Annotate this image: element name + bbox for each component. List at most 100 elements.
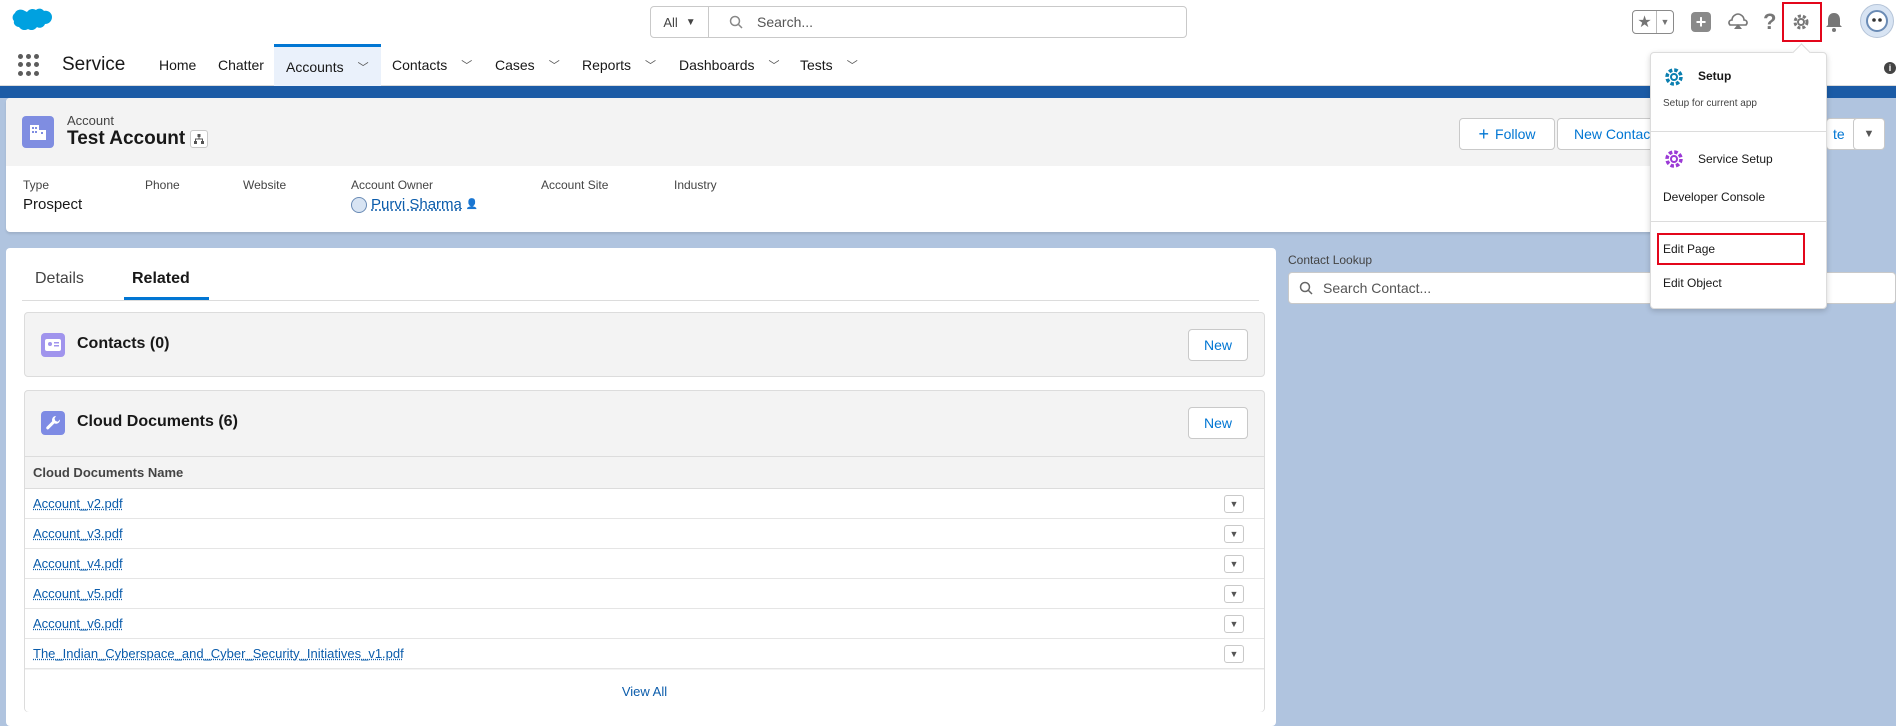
lookup-placeholder: Search Contact... xyxy=(1323,280,1432,296)
nav-label: Accounts xyxy=(286,58,344,75)
astro-avatar-icon xyxy=(1866,10,1888,32)
related-list-contacts: Contacts (0) New xyxy=(24,312,1265,377)
contact-lookup-label: Contact Lookup xyxy=(1288,253,1373,267)
service-setup-gear-icon xyxy=(1665,150,1683,168)
setup-gear-icon xyxy=(1665,68,1683,86)
change-owner-icon[interactable]: 👤 xyxy=(466,199,478,210)
setup-menu: Setup Setup for current app Service Setu… xyxy=(1650,52,1827,309)
search-input[interactable]: Search... xyxy=(709,7,1186,37)
search-icon xyxy=(1299,281,1313,295)
document-link[interactable]: The_Indian_Cyberspace_and_Cyber_Security… xyxy=(33,646,404,661)
nav-item-reports[interactable]: Reports ﹀ xyxy=(582,44,656,86)
chevron-down-icon[interactable]: ﹀ xyxy=(769,57,780,73)
nav-label: Reports xyxy=(582,57,632,73)
menu-divider xyxy=(1651,131,1826,132)
field-website: Website xyxy=(243,178,286,192)
nav-item-cases[interactable]: Cases ﹀ xyxy=(495,44,560,86)
action-partial-label: te xyxy=(1833,126,1845,142)
related-list-title[interactable]: Contacts (0) xyxy=(77,335,169,353)
more-actions-button[interactable]: ▼ xyxy=(1853,118,1885,150)
owner-value: Purvi Sharma 👤 xyxy=(351,196,478,213)
caret-down-icon: ▼ xyxy=(1863,128,1875,140)
nav-item-dashboards[interactable]: Dashboards ﹀ xyxy=(679,44,780,86)
column-header[interactable]: Cloud Documents Name xyxy=(25,456,1264,489)
nav-item-contacts[interactable]: Contacts ﹀ xyxy=(392,44,472,86)
salesforce-logo[interactable] xyxy=(10,8,52,38)
table-row: Account_v3.pdf ▼ xyxy=(25,519,1264,549)
view-all-link[interactable]: View All xyxy=(25,670,1264,712)
tab-related[interactable]: Related xyxy=(132,270,190,288)
table-row: Account_v6.pdf ▼ xyxy=(25,609,1264,639)
row-actions-dropdown[interactable]: ▼ xyxy=(1224,495,1244,513)
star-icon: ★ xyxy=(1633,11,1657,33)
menu-item-service-setup[interactable]: Service Setup xyxy=(1698,152,1773,166)
user-avatar[interactable] xyxy=(1860,4,1894,38)
document-link[interactable]: Account_v3.pdf xyxy=(33,526,123,541)
menu-divider xyxy=(1651,221,1826,222)
notifications-bell-icon[interactable] xyxy=(1825,12,1843,32)
chevron-down-icon[interactable]: ﹀ xyxy=(358,59,369,75)
global-search[interactable]: All ▼ Search... xyxy=(650,6,1187,38)
new-contact-related-button[interactable]: New xyxy=(1188,329,1248,361)
document-link[interactable]: Account_v5.pdf xyxy=(33,586,123,601)
nav-item-accounts[interactable]: Accounts ﹀ xyxy=(274,44,381,86)
new-label: New xyxy=(1203,415,1232,431)
field-label: Phone xyxy=(145,178,180,192)
chevron-down-icon[interactable]: ﹀ xyxy=(645,57,656,73)
row-actions-dropdown[interactable]: ▼ xyxy=(1224,615,1244,633)
owner-avatar-icon xyxy=(351,196,367,213)
nav-label: Tests xyxy=(800,57,833,73)
caret-down-icon: ▼ xyxy=(685,16,696,28)
row-actions-dropdown[interactable]: ▼ xyxy=(1224,645,1244,663)
app-launcher-icon[interactable] xyxy=(18,54,40,76)
field-label: Industry xyxy=(674,178,717,192)
nav-item-chatter[interactable]: Chatter xyxy=(218,44,264,86)
nav-label: Contacts xyxy=(392,57,448,73)
menu-item-developer-console[interactable]: Developer Console xyxy=(1663,190,1765,204)
menu-item-setup[interactable]: Setup xyxy=(1698,69,1731,83)
highlights-header xyxy=(6,98,1696,166)
search-placeholder: Search... xyxy=(757,14,814,30)
record-highlights: Account Test Account + Follow New Contac… xyxy=(6,98,1696,232)
row-actions-dropdown[interactable]: ▼ xyxy=(1224,555,1244,573)
new-cloud-document-button[interactable]: New xyxy=(1188,407,1248,439)
follow-label: Follow xyxy=(1495,126,1536,142)
chevron-down-icon[interactable]: ﹀ xyxy=(461,57,472,73)
tab-details[interactable]: Details xyxy=(35,270,84,288)
brand-strip xyxy=(0,86,1896,98)
new-label: New xyxy=(1203,337,1232,353)
view-hierarchy-button[interactable] xyxy=(190,130,208,148)
table-row: Account_v2.pdf ▼ xyxy=(25,489,1264,519)
row-actions-dropdown[interactable]: ▼ xyxy=(1224,585,1244,603)
nav-item-tests[interactable]: Tests ﹀ xyxy=(800,44,858,86)
owner-link[interactable]: Purvi Sharma xyxy=(371,196,462,213)
help-icon[interactable]: ? xyxy=(1763,9,1776,35)
favorites-button[interactable]: ★ ▼ xyxy=(1632,10,1674,34)
app-name: Service xyxy=(62,54,126,75)
record-tabs-card: Details Related Contacts (0) New Cloud D… xyxy=(6,248,1276,726)
tab-active-indicator xyxy=(124,297,209,300)
field-phone: Phone xyxy=(145,178,180,192)
follow-button[interactable]: + Follow xyxy=(1459,118,1555,150)
search-scope-select[interactable]: All ▼ xyxy=(651,7,709,37)
field-value: Prospect xyxy=(23,196,83,213)
hierarchy-icon xyxy=(194,134,204,144)
document-link[interactable]: Account_v6.pdf xyxy=(33,616,123,631)
document-link[interactable]: Account_v2.pdf xyxy=(33,496,123,511)
field-account-owner: Account Owner Purvi Sharma 👤 xyxy=(351,178,478,213)
chevron-down-icon[interactable]: ﹀ xyxy=(847,57,858,73)
trailhead-icon[interactable] xyxy=(1727,12,1749,32)
field-label: Account Owner xyxy=(351,178,434,192)
nav-item-home[interactable]: Home xyxy=(159,44,196,86)
info-icon[interactable]: i xyxy=(1884,62,1896,74)
global-actions-icon[interactable]: + xyxy=(1691,12,1711,32)
related-list-title[interactable]: Cloud Documents (6) xyxy=(77,413,238,431)
document-link[interactable]: Account_v4.pdf xyxy=(33,556,123,571)
nav-label: Chatter xyxy=(218,57,264,73)
menu-item-edit-object[interactable]: Edit Object xyxy=(1663,276,1722,290)
wrench-icon xyxy=(41,411,65,435)
chevron-down-icon[interactable]: ﹀ xyxy=(549,57,560,73)
account-icon xyxy=(22,116,54,148)
row-actions-dropdown[interactable]: ▼ xyxy=(1224,525,1244,543)
nav-label: Dashboards xyxy=(679,57,755,73)
